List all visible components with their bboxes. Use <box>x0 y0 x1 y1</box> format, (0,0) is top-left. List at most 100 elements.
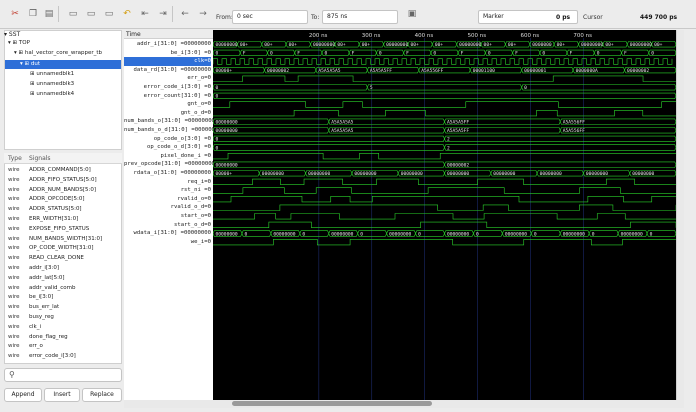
tree-item-top[interactable]: ▾ ⊞ TOP <box>8 40 30 46</box>
bus-value-label: 00000000 <box>447 171 469 177</box>
signal-type: wire <box>8 206 20 213</box>
wave-signal-name[interactable]: start_o_d=0 <box>124 221 211 230</box>
reload-icon[interactable]: ▣ <box>405 8 419 20</box>
wave-signal-name[interactable]: rdata_o[31:0] =00000000 <box>124 169 211 178</box>
bus-value-label: 00000000 <box>386 42 408 48</box>
tree-item-blk4[interactable]: ⊞ unnamedblk4 <box>30 91 74 97</box>
cut-icon[interactable]: ✂ <box>8 8 22 20</box>
waveform-pane[interactable]: 200 ns 300 ns 400 ns 500 ns 600 ns 700 ns 0000… <box>213 30 676 400</box>
wave-signal-name[interactable]: addr_i[31:0] =00000000 <box>124 40 211 49</box>
wave-signal-name[interactable]: num_bands_o[31:0] =00000000 <box>124 117 215 126</box>
signal-type: wire <box>8 294 20 301</box>
tree-item-dut[interactable]: ▾ ⊞ dut <box>20 61 40 67</box>
wave-signal-name[interactable]: rvalid_o_d=0 <box>124 203 211 212</box>
select-all-icon[interactable]: ▭ <box>66 8 80 20</box>
tree-item-tb[interactable]: ▾ ⊞ hal_vector_core_wrapper_tb <box>14 50 102 56</box>
wave-signal-name[interactable]: start_o=0 <box>124 212 211 221</box>
signal-list-row[interactable]: wire clk_i <box>8 324 41 330</box>
sst-panel <box>4 30 122 150</box>
signal-list-row[interactable]: wire ADDR_STATUS[5:0] <box>8 206 82 212</box>
append-button[interactable]: Append <box>4 388 42 402</box>
signal-type: wire <box>8 196 20 203</box>
bus-value-label: A5A5A5A5 <box>331 128 353 134</box>
tree-item-blk3[interactable]: ⊞ unnamedblk3 <box>30 81 74 87</box>
wave-signal-name[interactable]: pixel_done_i =0 <box>124 152 211 161</box>
wave-signal-name[interactable]: be_i[3:0] =0 <box>124 49 211 58</box>
search-input[interactable]: ⚲ <box>4 368 122 382</box>
wave-signal-name[interactable]: data_rd[31:0] =00000000 <box>124 66 211 75</box>
signal-list-row[interactable]: wire ADDR_NUM_BANDS[5:0] <box>8 187 96 193</box>
bus-value-label: 00000000 <box>630 42 652 48</box>
zoom-fit-icon[interactable]: ▭ <box>84 8 98 20</box>
waveform-canvas[interactable]: 200 ns 300 ns 400 ns 500 ns 600 ns 700 ns0000… <box>213 30 676 400</box>
signal-list-row[interactable]: wire err_o <box>8 343 43 349</box>
signal-list-row[interactable]: wire addr_valid_comb <box>8 285 76 291</box>
wave-signal-name[interactable]: clk=0 <box>124 57 211 66</box>
signal-type: wire <box>8 323 20 330</box>
forward-icon[interactable]: → <box>196 8 210 20</box>
signal-list-row[interactable]: wire ADDR_FIFO_STATUS[5:0] <box>8 177 97 183</box>
signal-list-row[interactable]: wire NUM_BANDS_WIDTH[31:0] <box>8 236 102 242</box>
wave-signal-name[interactable]: prev_opcode[31:0] =00000000 <box>124 160 215 169</box>
bus-value-label: 00000000 <box>621 231 643 237</box>
first-icon[interactable]: ⇤ <box>138 8 152 20</box>
wave-signal-name[interactable]: num_bands_o_d[31:0] =00000000 <box>124 126 222 135</box>
insert-button[interactable]: Insert <box>44 388 80 402</box>
bit-waveform <box>213 110 676 117</box>
bus-value-label: 00+ <box>508 42 517 48</box>
wave-signal-name[interactable]: op_code_o[3:0] =0 <box>124 135 211 144</box>
bus-value-label: 0 <box>418 231 421 237</box>
from-input[interactable]: 0 sec <box>232 10 308 24</box>
copy-icon[interactable]: ❐ <box>26 8 40 20</box>
wave-signal-name[interactable]: err_o=0 <box>124 74 211 83</box>
bus-value-label: 0000000A <box>576 68 598 74</box>
replace-button[interactable]: Replace <box>82 388 122 402</box>
wave-signal-name[interactable]: error_count[31:0] =0 <box>124 92 211 101</box>
bus-value-label: 00000000 <box>540 171 562 177</box>
tree-item-blk1[interactable]: ⊞ unnamedblk1 <box>30 71 74 77</box>
zoom-in-icon[interactable]: ▭ <box>102 8 116 20</box>
bus-value-label: F <box>352 51 355 57</box>
signal-list-row[interactable]: wire addr_lat[5:0] <box>8 275 65 281</box>
wave-signal-name[interactable]: gnt_o=0 <box>124 100 211 109</box>
signal-list-row[interactable]: wire done_flag_reg <box>8 334 68 340</box>
horizontal-scroll-thumb[interactable] <box>232 401 432 406</box>
bus-value-label: 0 <box>592 231 595 237</box>
wave-signal-name[interactable]: req_i=0 <box>124 178 211 187</box>
last-icon[interactable]: ⇥ <box>156 8 170 20</box>
signal-list-row[interactable]: wire be_i[3:0] <box>8 294 53 300</box>
wave-signal-name[interactable]: rvalid_o=0 <box>124 195 211 204</box>
signal-name: err_o <box>29 343 43 350</box>
wave-signal-name[interactable]: error_code_i[3:0] =0 <box>124 83 211 92</box>
bus-value-label: 00000000 <box>401 171 423 177</box>
wave-signal-name[interactable]: wdata_i[31:0] =00000000 <box>124 229 211 238</box>
signal-list-row[interactable]: wire EXPOSE_FIFO_STATUS <box>8 226 89 232</box>
bus-value-label: 0 <box>379 51 382 57</box>
signal-list-row[interactable]: wire READ_CLEAR_DONE <box>8 255 84 261</box>
signal-list-row[interactable]: wire OP_CODE_WIDTH[31:0] <box>8 245 93 251</box>
tree-item-label: TOP <box>18 40 30 46</box>
wave-signal-name[interactable]: we_i=0 <box>124 238 211 247</box>
vertical-scrollbar[interactable] <box>676 30 684 400</box>
signal-list-row[interactable]: wire addr_i[3:0] <box>8 265 59 271</box>
wave-signal-name[interactable]: op_code_o_d[3:0] =0 <box>124 143 211 152</box>
signal-name: addr_lat[5:0] <box>29 274 65 281</box>
to-input[interactable]: 875 ns <box>322 10 398 24</box>
bit-waveform <box>213 213 676 220</box>
signal-list-row[interactable]: wire error_code_i[3:0] <box>8 353 76 359</box>
signal-list-row[interactable]: wire busy_reg <box>8 314 54 320</box>
bus-value-label: A5A5A5FF <box>447 120 469 126</box>
paste-icon[interactable]: ▤ <box>42 8 56 20</box>
undo-icon[interactable]: ↶ <box>120 8 134 20</box>
signal-list-row[interactable]: wire ERR_WIDTH[31:0] <box>8 216 78 222</box>
tree-item-label: unnamedblk1 <box>36 71 75 77</box>
wave-signal-name[interactable]: gnt_o_d=0 <box>124 109 211 118</box>
bus-value-label: 00+ <box>289 42 298 48</box>
bus-value-label: 2 <box>447 137 450 143</box>
back-icon[interactable]: ← <box>178 8 192 20</box>
wave-signal-name[interactable]: rst_ni =0 <box>124 186 211 195</box>
signal-list-row[interactable]: wire bus_err_lat <box>8 304 59 310</box>
bus-value-label: 0000000 <box>532 42 552 48</box>
signal-list-row[interactable]: wire ADDR_COMMAND[5:0] <box>8 167 91 173</box>
signal-list-row[interactable]: wire ADDR_OPCODE[5:0] <box>8 196 84 202</box>
